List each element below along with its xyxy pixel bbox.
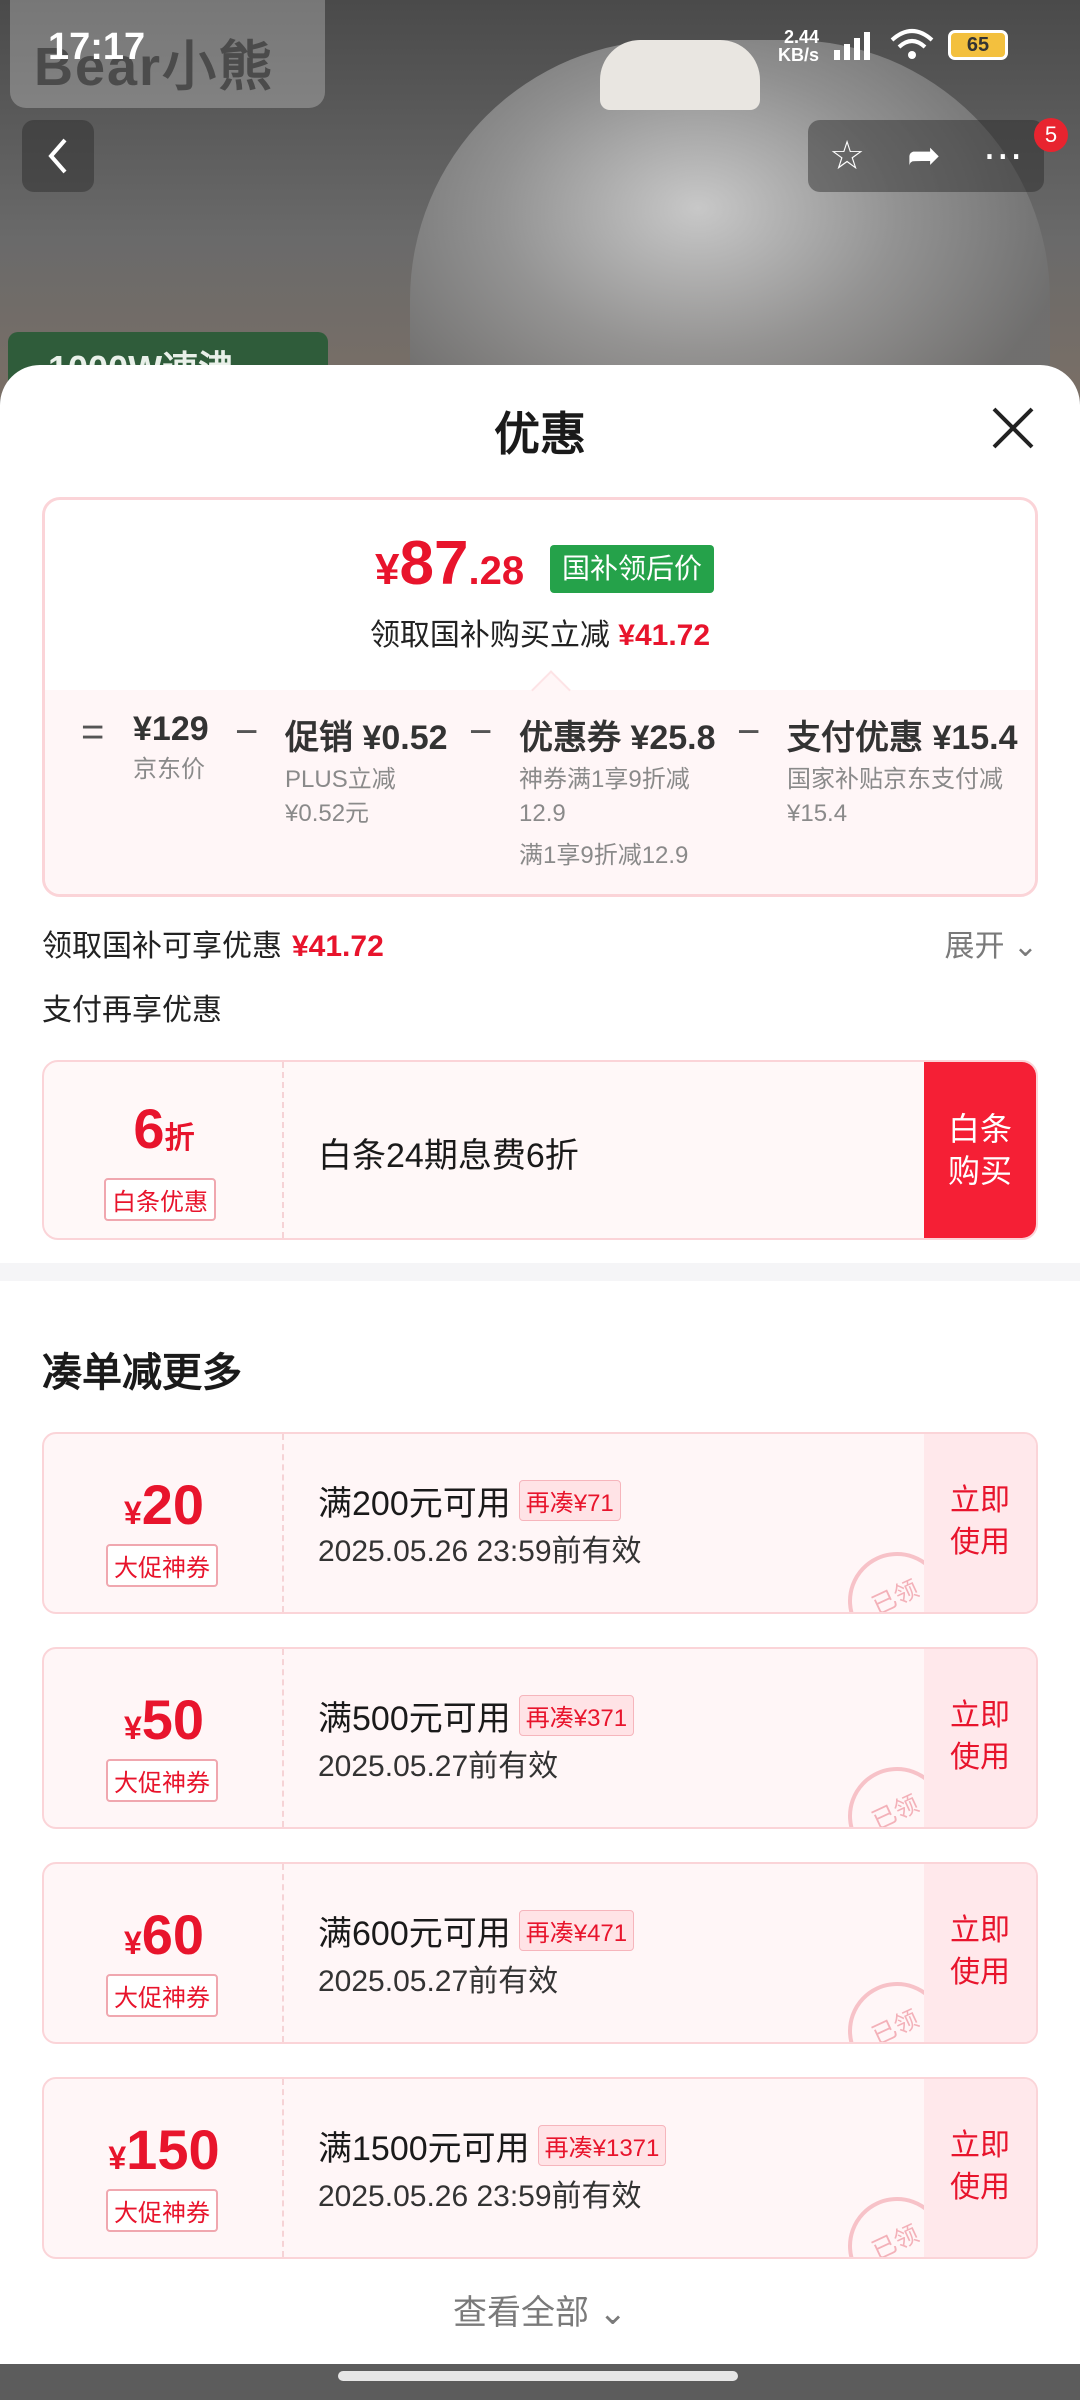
gov-subsidy-tag: 国补领后价: [550, 545, 715, 593]
baitiao-desc: 白条24期息费6折: [318, 1137, 579, 1175]
coupon-expiry: 2025.05.26 23:59前有效: [318, 2180, 642, 2213]
coupon-gap-tag: 再凑¥1371: [537, 2125, 667, 2166]
home-indicator[interactable]: [338, 2371, 738, 2381]
status-bar: 17:17 2.44 KB/s 65: [0, 0, 1080, 90]
notification-badge: 5: [1034, 118, 1068, 152]
section-divider: [0, 1263, 1080, 1281]
baitiao-discount: 6折: [133, 1097, 195, 1160]
more-icon[interactable]: ⋯: [983, 133, 1023, 179]
network-speed: 2.44 KB/s: [778, 27, 820, 65]
use-coupon-button[interactable]: 立即 使用: [924, 2079, 1036, 2257]
coupon-condition: 满600元可用 再凑¥471: [318, 1906, 635, 1955]
expand-toggle[interactable]: 展开 ⌄: [945, 921, 1038, 965]
coupon-expiry: 2025.05.27前有效: [318, 1965, 559, 1998]
use-coupon-button[interactable]: 立即 使用: [924, 1649, 1036, 1827]
discount-sheet: 优惠 ¥87.28 国补领后价 领取国补购买立减 ¥41.72 = ¥129 京…: [0, 365, 1080, 2400]
battery-icon: 65: [948, 30, 1008, 60]
coupon-gap-tag: 再凑¥71: [518, 1480, 621, 1521]
coupon-condition: 满200元可用 再凑¥71: [318, 1476, 621, 1525]
status-time: 17:17: [48, 26, 146, 68]
minus-sign: −: [469, 710, 493, 754]
coupon-chip: 大促神券: [106, 1974, 218, 2017]
coupon-expiry: 2025.05.27前有效: [318, 1750, 559, 1783]
gesture-bar: [0, 2364, 1080, 2400]
coupon-condition: 满500元可用 再凑¥371: [318, 1691, 635, 1740]
save-line: 领取国补购买立减 ¥41.72: [369, 619, 711, 652]
coupon-amount: ¥50: [123, 1688, 205, 1751]
use-coupon-button[interactable]: 立即 使用: [924, 1864, 1036, 2042]
baitiao-offer-card: 6折 白条优惠 白条24期息费6折 白条 购买: [42, 1060, 1038, 1240]
pay-discount-col: 支付优惠 ¥15.4 国家补贴京东支付减¥15.4: [787, 719, 1018, 827]
favorite-star-icon[interactable]: ☆: [829, 133, 865, 179]
coupon-card: ¥50 大促神券 满500元可用 再凑¥371 2025.05.27前有效 已领 …: [42, 1647, 1038, 1829]
minus-sign: −: [737, 710, 761, 754]
coupon-gap-tag: 再凑¥371: [518, 1695, 635, 1736]
use-coupon-button[interactable]: 立即 使用: [924, 1434, 1036, 1612]
coupon-amount: ¥60: [123, 1903, 205, 1966]
coupon-chip: 大促神券: [106, 2189, 218, 2232]
see-all-link[interactable]: 查看全部 ⌄: [0, 2285, 1080, 2334]
baitiao-chip: 白条优惠: [104, 1178, 216, 1221]
price-formula: = ¥129 京东价 − 促销 ¥0.52 PLUS立减¥0.52元 − 优惠券…: [45, 690, 1035, 894]
coupon-card: ¥20 大促神券 满200元可用 再凑¥71 2025.05.26 23:59前有…: [42, 1432, 1038, 1614]
promo-col: 促销 ¥0.52 PLUS立减¥0.52元: [285, 719, 448, 827]
coupon-card: ¥60 大促神券 满600元可用 再凑¥471 2025.05.27前有效 已领 …: [42, 1862, 1038, 2044]
coupon-condition: 满1500元可用 再凑¥1371: [318, 2121, 667, 2170]
coupon-expiry: 2025.05.26 23:59前有效: [318, 1535, 642, 1568]
nav-action-group: ☆ ➦ ⋯: [808, 120, 1044, 192]
coupon-amount: ¥20: [123, 1473, 205, 1536]
signal-icon: [834, 30, 870, 60]
share-icon[interactable]: ➦: [907, 133, 941, 179]
minus-sign: −: [235, 710, 259, 754]
more-coupons-title: 凑单减更多: [42, 1351, 242, 1395]
coupon-chip: 大促神券: [106, 1759, 218, 1802]
coupon-chip: 大促神券: [106, 1544, 218, 1587]
equals-sign: =: [81, 710, 105, 754]
jd-price-col: ¥129 京东价: [133, 710, 209, 783]
gov-subsidy-row: 领取国补可享优惠 ¥41.72 展开 ⌄: [42, 921, 1038, 965]
price-breakdown-card: ¥87.28 国补领后价 领取国补购买立减 ¥41.72 = ¥129 京东价 …: [42, 497, 1038, 897]
baitiao-buy-button[interactable]: 白条 购买: [924, 1062, 1036, 1238]
coupon-amount: ¥150: [108, 2118, 220, 2181]
sheet-title: 优惠: [494, 408, 586, 460]
coupon-gap-tag: 再凑¥471: [518, 1910, 635, 1951]
coupon-col: 优惠券 ¥25.8 神券满1享9折减12.9 满1享9折减12.9: [519, 719, 716, 869]
coupon-card: ¥150 大促神券 满1500元可用 再凑¥1371 2025.05.26 23:…: [42, 2077, 1038, 2259]
close-icon[interactable]: [988, 403, 1038, 453]
wifi-icon: [890, 28, 934, 70]
final-price: ¥87.28: [375, 529, 525, 598]
back-button[interactable]: [22, 120, 94, 192]
pay-section-title: 支付再享优惠: [42, 994, 222, 1027]
